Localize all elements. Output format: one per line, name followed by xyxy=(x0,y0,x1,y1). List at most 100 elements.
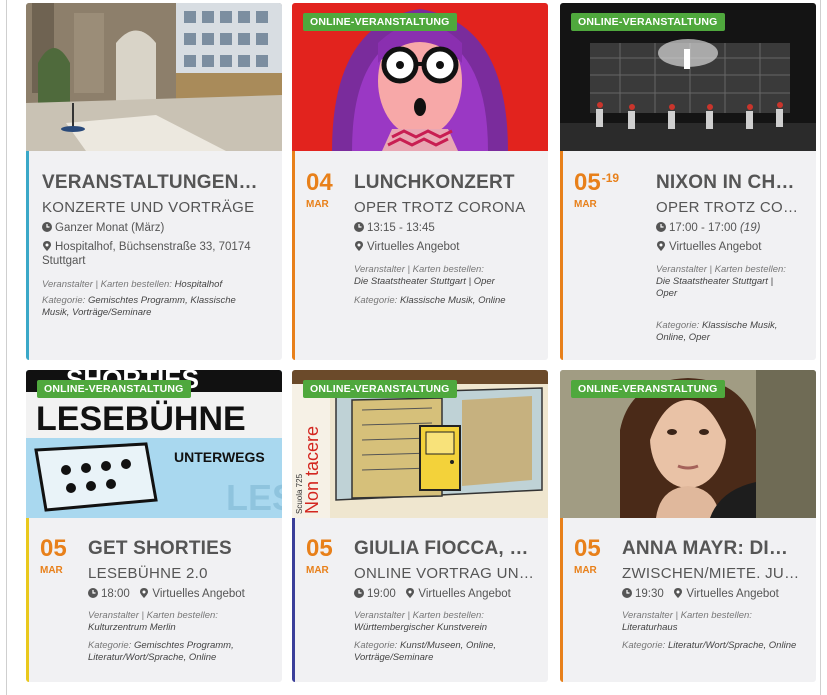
event-categories: Kategorie: Literatur/Wort/Sprache, Onlin… xyxy=(622,640,808,652)
map-pin-icon xyxy=(43,241,51,251)
event-card[interactable]: Non tacere Scuola 725 ONLINE-VERANSTALTU… xyxy=(292,370,548,682)
event-subtitle: ZWISCHEN/MIETE. JUN… xyxy=(622,565,808,582)
event-location: Virtuelles Angebot xyxy=(354,240,460,254)
event-card[interactable]: ONLINE-VERANSTALTUNG 04 MAR LUNCHKONZERT… xyxy=(292,3,548,360)
svg-text:LES: LES xyxy=(226,477,282,518)
event-categories: Kategorie: Gemischtes Programm, Literatu… xyxy=(88,640,274,664)
image-text-unterwegs: UNTERWEGS xyxy=(174,449,265,465)
accent-bar xyxy=(292,151,295,360)
event-location: Virtuelles Angebot xyxy=(656,240,762,254)
event-title[interactable]: ANNA MAYR: DI… xyxy=(622,538,808,560)
category-label: Kategorie: xyxy=(88,640,132,651)
event-title[interactable]: GET SHORTIES xyxy=(88,538,274,560)
location-text: Virtuelles Angebot xyxy=(367,241,460,253)
organizer-label: Veranstalter | Karten bestellen: xyxy=(354,264,484,275)
event-time-location: 19:30 Virtuelles Angebot xyxy=(622,587,779,601)
frame-border-left xyxy=(6,0,7,695)
organizer-label: Veranstalter | Karten bestellen: xyxy=(656,264,786,275)
category-label: Kategorie: xyxy=(42,295,86,306)
time-text: 13:15 - 13:45 xyxy=(367,222,435,234)
event-time-location: 19:00 Virtuelles Angebot xyxy=(354,587,511,601)
accent-bar xyxy=(560,151,563,360)
date-day: 05 xyxy=(574,535,601,562)
event-organizer: Veranstalter | Karten bestellen: Die Sta… xyxy=(656,264,796,300)
event-title[interactable]: GIULIA FIOCCA, … xyxy=(354,538,540,560)
event-date: 04 MAR xyxy=(306,171,333,211)
image-text-non-tacere: Non tacere xyxy=(302,426,322,514)
location-text: Virtuelles Angebot xyxy=(418,588,511,600)
map-pin-icon xyxy=(406,588,415,598)
event-categories: Kategorie: Klassische Musik, Online, Ope… xyxy=(656,320,801,344)
event-card[interactable]: VERANSTALTUNGEN… KONZERTE UND VORTRÄGE G… xyxy=(26,3,282,360)
online-event-badge: ONLINE-VERANSTALTUNG xyxy=(571,380,725,398)
organizer-link[interactable]: Literaturhaus xyxy=(622,622,677,633)
date-day: 05 xyxy=(40,535,67,562)
event-title[interactable]: NIXON IN CH… xyxy=(656,172,806,194)
event-subtitle: OPER TROTZ COR… xyxy=(656,199,806,216)
event-time: Ganzer Monat (März) xyxy=(42,221,164,235)
organizer-label: Veranstalter | Karten bestellen: xyxy=(88,610,218,621)
location-text: Hospitalhof, Büchsenstraße 33, 70174 Stu… xyxy=(42,241,251,267)
event-title[interactable]: LUNCHKONZERT xyxy=(354,172,540,194)
clock-icon xyxy=(622,588,632,598)
organizer-link[interactable]: Die Staatstheater Stuttgart | Oper xyxy=(656,276,773,299)
map-pin-icon xyxy=(140,588,149,598)
event-title[interactable]: VERANSTALTUNGEN… xyxy=(42,172,270,194)
time-text: 18:00 xyxy=(101,588,130,600)
location-text: Virtuelles Angebot xyxy=(669,241,762,253)
event-subtitle: ONLINE VORTRAG UN… xyxy=(354,565,535,582)
event-subtitle: OPER TROTZ CORONA xyxy=(354,199,526,216)
location-text: Virtuelles Angebot xyxy=(686,588,779,600)
date-day: 05 xyxy=(306,535,333,562)
event-time-location: 18:00 Virtuelles Angebot xyxy=(88,587,245,601)
organizer-link[interactable]: Die Staatstheater Stuttgart | Oper xyxy=(354,276,495,287)
event-organizer: Veranstalter | Karten bestellen: Literat… xyxy=(622,610,808,634)
online-event-badge: ONLINE-VERANSTALTUNG xyxy=(303,380,457,398)
organizer-link[interactable]: Kulturzentrum Merlin xyxy=(88,622,176,633)
category-label: Kategorie: xyxy=(656,320,700,331)
time-text: Ganzer Monat (März) xyxy=(55,222,165,234)
event-organizer: Veranstalter | Karten bestellen: Hospita… xyxy=(42,279,272,291)
clock-icon xyxy=(354,222,364,232)
event-card[interactable]: ONLINE-VERANSTALTUNG 05-19 MAR NIXON IN … xyxy=(560,3,816,360)
online-event-badge: ONLINE-VERANSTALTUNG xyxy=(571,13,725,31)
event-date: 05 MAR xyxy=(40,537,67,577)
time-extra: (19) xyxy=(739,222,761,234)
accent-bar xyxy=(26,151,29,360)
event-time: 17:00 - 17:00 (19) xyxy=(656,221,760,235)
organizer-link[interactable]: Hospitalhof xyxy=(175,279,223,290)
time-text: 19:00 xyxy=(367,588,396,600)
event-subtitle: KONZERTE UND VORTRÄGE xyxy=(42,199,255,216)
event-time: 13:15 - 13:45 xyxy=(354,221,435,235)
category-label: Kategorie: xyxy=(354,295,398,306)
date-month: MAR xyxy=(40,565,63,576)
map-pin-icon xyxy=(674,588,683,598)
event-subtitle: LESEBÜHNE 2.0 xyxy=(88,565,208,582)
category-list[interactable]: Klassische Musik, Online xyxy=(400,295,506,306)
category-label: Kategorie: xyxy=(622,640,666,651)
map-pin-icon xyxy=(355,241,363,251)
date-month: MAR xyxy=(306,199,329,210)
event-date: 05 MAR xyxy=(306,537,333,577)
time-text: 17:00 - 17:00 xyxy=(669,222,737,234)
event-card[interactable]: SHORTIES LESEBÜHNE UNTERWEGS LES ONLINE-… xyxy=(26,370,282,682)
clock-icon xyxy=(42,222,52,232)
event-categories: Kategorie: Klassische Musik, Online xyxy=(354,295,540,307)
event-organizer: Veranstalter | Karten bestellen: Die Sta… xyxy=(354,264,540,288)
accent-bar xyxy=(292,518,295,682)
online-event-badge: ONLINE-VERANSTALTUNG xyxy=(37,380,191,398)
time-text: 19:30 xyxy=(635,588,664,600)
event-image xyxy=(26,3,282,151)
event-location: Hospitalhof, Büchsenstraße 33, 70174 Stu… xyxy=(42,240,266,268)
category-list[interactable]: Literatur/Wort/Sprache, Online xyxy=(668,640,796,651)
date-end-day: -19 xyxy=(601,171,620,185)
organizer-label: Veranstalter | Karten bestellen: xyxy=(622,610,752,621)
clock-icon xyxy=(354,588,364,598)
organizer-label: Veranstalter | Karten bestellen: xyxy=(42,279,172,290)
category-label: Kategorie: xyxy=(354,640,398,651)
event-date: 05 MAR xyxy=(574,537,601,577)
event-card[interactable]: ONLINE-VERANSTALTUNG 05 MAR ANNA MAYR: D… xyxy=(560,370,816,682)
organizer-link[interactable]: Württembergischer Kunstverein xyxy=(354,622,487,633)
online-event-badge: ONLINE-VERANSTALTUNG xyxy=(303,13,457,31)
date-month: MAR xyxy=(574,199,597,210)
